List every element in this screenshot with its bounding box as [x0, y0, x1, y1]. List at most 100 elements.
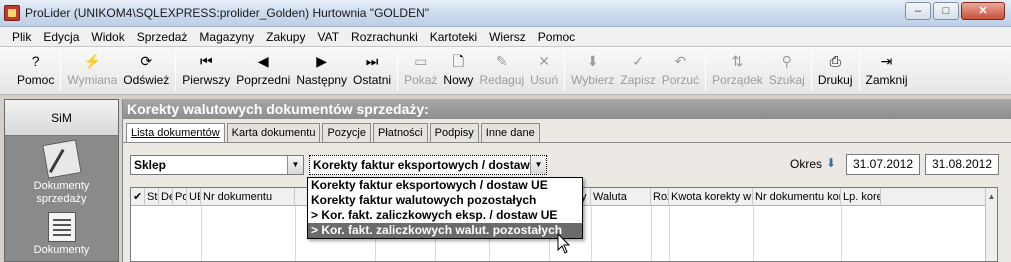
vertical-scrollbar[interactable]: ▲	[985, 188, 997, 261]
close-button[interactable]: ✕	[961, 2, 1005, 20]
maximize-button[interactable]: □	[933, 2, 959, 20]
pomoc-button[interactable]: ? Pomoc	[14, 47, 57, 93]
date-from-field[interactable]: 31.07.2012	[846, 154, 920, 175]
toolbar-separator	[564, 51, 566, 91]
porzuć-button[interactable]: ↶ Porzuć	[659, 47, 702, 93]
document-icon	[47, 212, 76, 242]
column-header[interactable]: Roz	[651, 188, 669, 206]
toolbar-button-label: Odśwież	[123, 73, 170, 87]
documents-shortcut[interactable]: Dokumenty	[5, 212, 118, 257]
title-bar: ProLider (UNIKOM4\SQLEXPRESS:prolider_Go…	[0, 0, 1011, 27]
binoculars-icon: ⚲	[781, 53, 792, 69]
szukaj-button[interactable]: ⚲ Szukaj	[766, 47, 808, 93]
edit-icon: ✎	[495, 53, 508, 69]
prev-icon: ◀	[257, 53, 269, 69]
document-type-select[interactable]: Korekty faktur eksportowych / dostaw ▼	[309, 155, 547, 175]
menu-item-sprzedaż[interactable]: Sprzedaż	[131, 30, 194, 44]
document-type-dropdown: Korekty faktur eksportowych / dostaw UE K…	[307, 177, 583, 239]
pierwszy-button[interactable]: ⏮ Pierwszy	[179, 47, 233, 93]
pen-document-icon	[41, 139, 82, 179]
tab-pozycje[interactable]: Pozycje	[322, 123, 371, 142]
ostatni-button[interactable]: ⏭ Ostatni	[350, 47, 394, 93]
sim-panel: SiM Dokumenty sprzedaży Dokumenty	[4, 99, 119, 262]
column-divider	[753, 206, 754, 261]
column-header[interactable]: De	[159, 188, 173, 206]
print-icon: ⎙	[829, 53, 841, 69]
pokaż-button[interactable]: ▭ Pokaż	[401, 47, 440, 93]
date-to-field[interactable]: 31.08.2012	[925, 154, 999, 175]
sim-panel-header: SiM	[5, 100, 118, 136]
odśwież-button[interactable]: ⟳ Odśwież	[120, 47, 172, 93]
tab-lista-dokumentów[interactable]: Lista dokumentów	[126, 123, 225, 143]
sales-documents-shortcut[interactable]: Dokumenty sprzedaży	[5, 139, 118, 206]
column-header[interactable]: Po	[173, 188, 187, 206]
wymiana-button[interactable]: ⚡ Wymiana	[64, 47, 120, 93]
column-header[interactable]: Nr dokumentu kor.	[753, 188, 841, 206]
redaguj-button[interactable]: ✎ Redaguj	[476, 47, 527, 93]
toolbar-separator	[60, 51, 62, 91]
delete-icon: ✕	[538, 53, 550, 69]
store-select[interactable]: Sklep ▼	[130, 155, 304, 175]
toolbar-button-label: Szukaj	[768, 73, 805, 87]
menu-item-widok[interactable]: Widok	[85, 30, 130, 44]
zapisz-button[interactable]: ✓ Zapisz	[617, 47, 658, 93]
menu-item-kartoteki[interactable]: Kartoteki	[424, 30, 483, 44]
toolbar-button-label: Porządek	[712, 73, 763, 87]
exchange-icon: ⚡	[83, 53, 102, 69]
drukuj-button[interactable]: ⎙ Drukuj	[815, 47, 856, 93]
last-icon: ⏭	[365, 53, 379, 69]
column-header[interactable]: UE	[187, 188, 201, 206]
następny-button[interactable]: ▶ Następny	[293, 47, 350, 93]
column-header[interactable]: ✔	[131, 188, 145, 206]
toolbar-button-label: Usuń	[530, 73, 559, 87]
menu-item-rozrachunki[interactable]: Rozrachunki	[345, 30, 424, 44]
zamknij-button[interactable]: ⇥ Zamknij	[863, 47, 911, 93]
sort-icon: ⇅	[731, 53, 744, 69]
usuń-button[interactable]: ✕ Usuń	[527, 47, 561, 93]
toolbar-separator	[810, 51, 812, 91]
show-icon: ▭	[414, 53, 428, 69]
column-header[interactable]: Lp. kore	[841, 188, 881, 206]
toolbar-button-label: Ostatni	[353, 73, 392, 87]
column-header[interactable]: Kwota korekty w zł	[669, 188, 753, 206]
first-icon: ⏮	[199, 53, 213, 69]
column-header[interactable]: St	[145, 188, 159, 206]
tab-karta-dokumentu[interactable]: Karta dokumentu	[226, 123, 321, 142]
dropdown-option[interactable]: Korekty faktur walutowych pozostałych	[308, 193, 582, 208]
dropdown-option[interactable]: > Kor. fakt. zaliczkowych walut. pozosta…	[308, 223, 582, 238]
tab-inne-dane[interactable]: Inne dane	[480, 123, 540, 142]
tab-podpisy[interactable]: Podpisy	[429, 123, 479, 142]
dropdown-option[interactable]: > Kor. fakt. zaliczkowych eksp. / dostaw…	[308, 208, 582, 223]
menu-item-pomoc[interactable]: Pomoc	[532, 30, 581, 44]
chevron-down-icon[interactable]: ▼	[530, 156, 546, 174]
toolbar: ? Pomoc ⚡ Wymiana ⟳ Odśwież ⏮ Pierwszy ◀ Poprzedn…	[0, 47, 1011, 95]
wybierz-button[interactable]: ⬇ Wybierz	[568, 47, 617, 93]
column-divider	[591, 206, 592, 261]
chevron-down-icon[interactable]: ▼	[287, 156, 303, 174]
arrow-down-icon[interactable]: ⬇	[826, 156, 836, 170]
menu-item-zakupy[interactable]: Zakupy	[260, 30, 311, 44]
toolbar-separator	[175, 51, 177, 91]
menu-item-magazyny[interactable]: Magazyny	[193, 30, 260, 44]
minimize-button[interactable]: –	[905, 2, 931, 20]
nowy-button[interactable]: 🗋 Nowy	[440, 47, 476, 93]
toolbar-button-label: Zamknij	[865, 73, 908, 87]
toolbar-button-label: Zapisz	[620, 73, 656, 87]
menu-item-plik[interactable]: Plik	[6, 30, 37, 44]
column-header[interactable]: Waluta	[591, 188, 651, 206]
menu-item-edycja[interactable]: Edycja	[37, 30, 85, 44]
poprzedni-button[interactable]: ◀ Poprzedni	[233, 47, 293, 93]
menu-item-vat[interactable]: VAT	[311, 30, 345, 44]
menu-item-wiersz[interactable]: Wiersz	[483, 30, 532, 44]
toolbar-button-label: Poprzedni	[236, 73, 291, 87]
toolbar-button-label: Drukuj	[817, 73, 853, 87]
exit-icon: ⇥	[880, 53, 893, 69]
tab-strip: Lista dokumentów Karta dokumentu Pozycje Pł…	[126, 123, 542, 143]
column-divider	[295, 206, 296, 261]
tab-płatności[interactable]: Płatności	[372, 123, 428, 142]
column-header[interactable]: Nr dokumentu	[201, 188, 295, 206]
dropdown-option[interactable]: Korekty faktur eksportowych / dostaw UE	[308, 178, 582, 193]
toolbar-button-label: Redaguj	[479, 73, 525, 87]
refresh-icon: ⟳	[140, 53, 153, 69]
porządek-button[interactable]: ⇅ Porządek	[709, 47, 766, 93]
